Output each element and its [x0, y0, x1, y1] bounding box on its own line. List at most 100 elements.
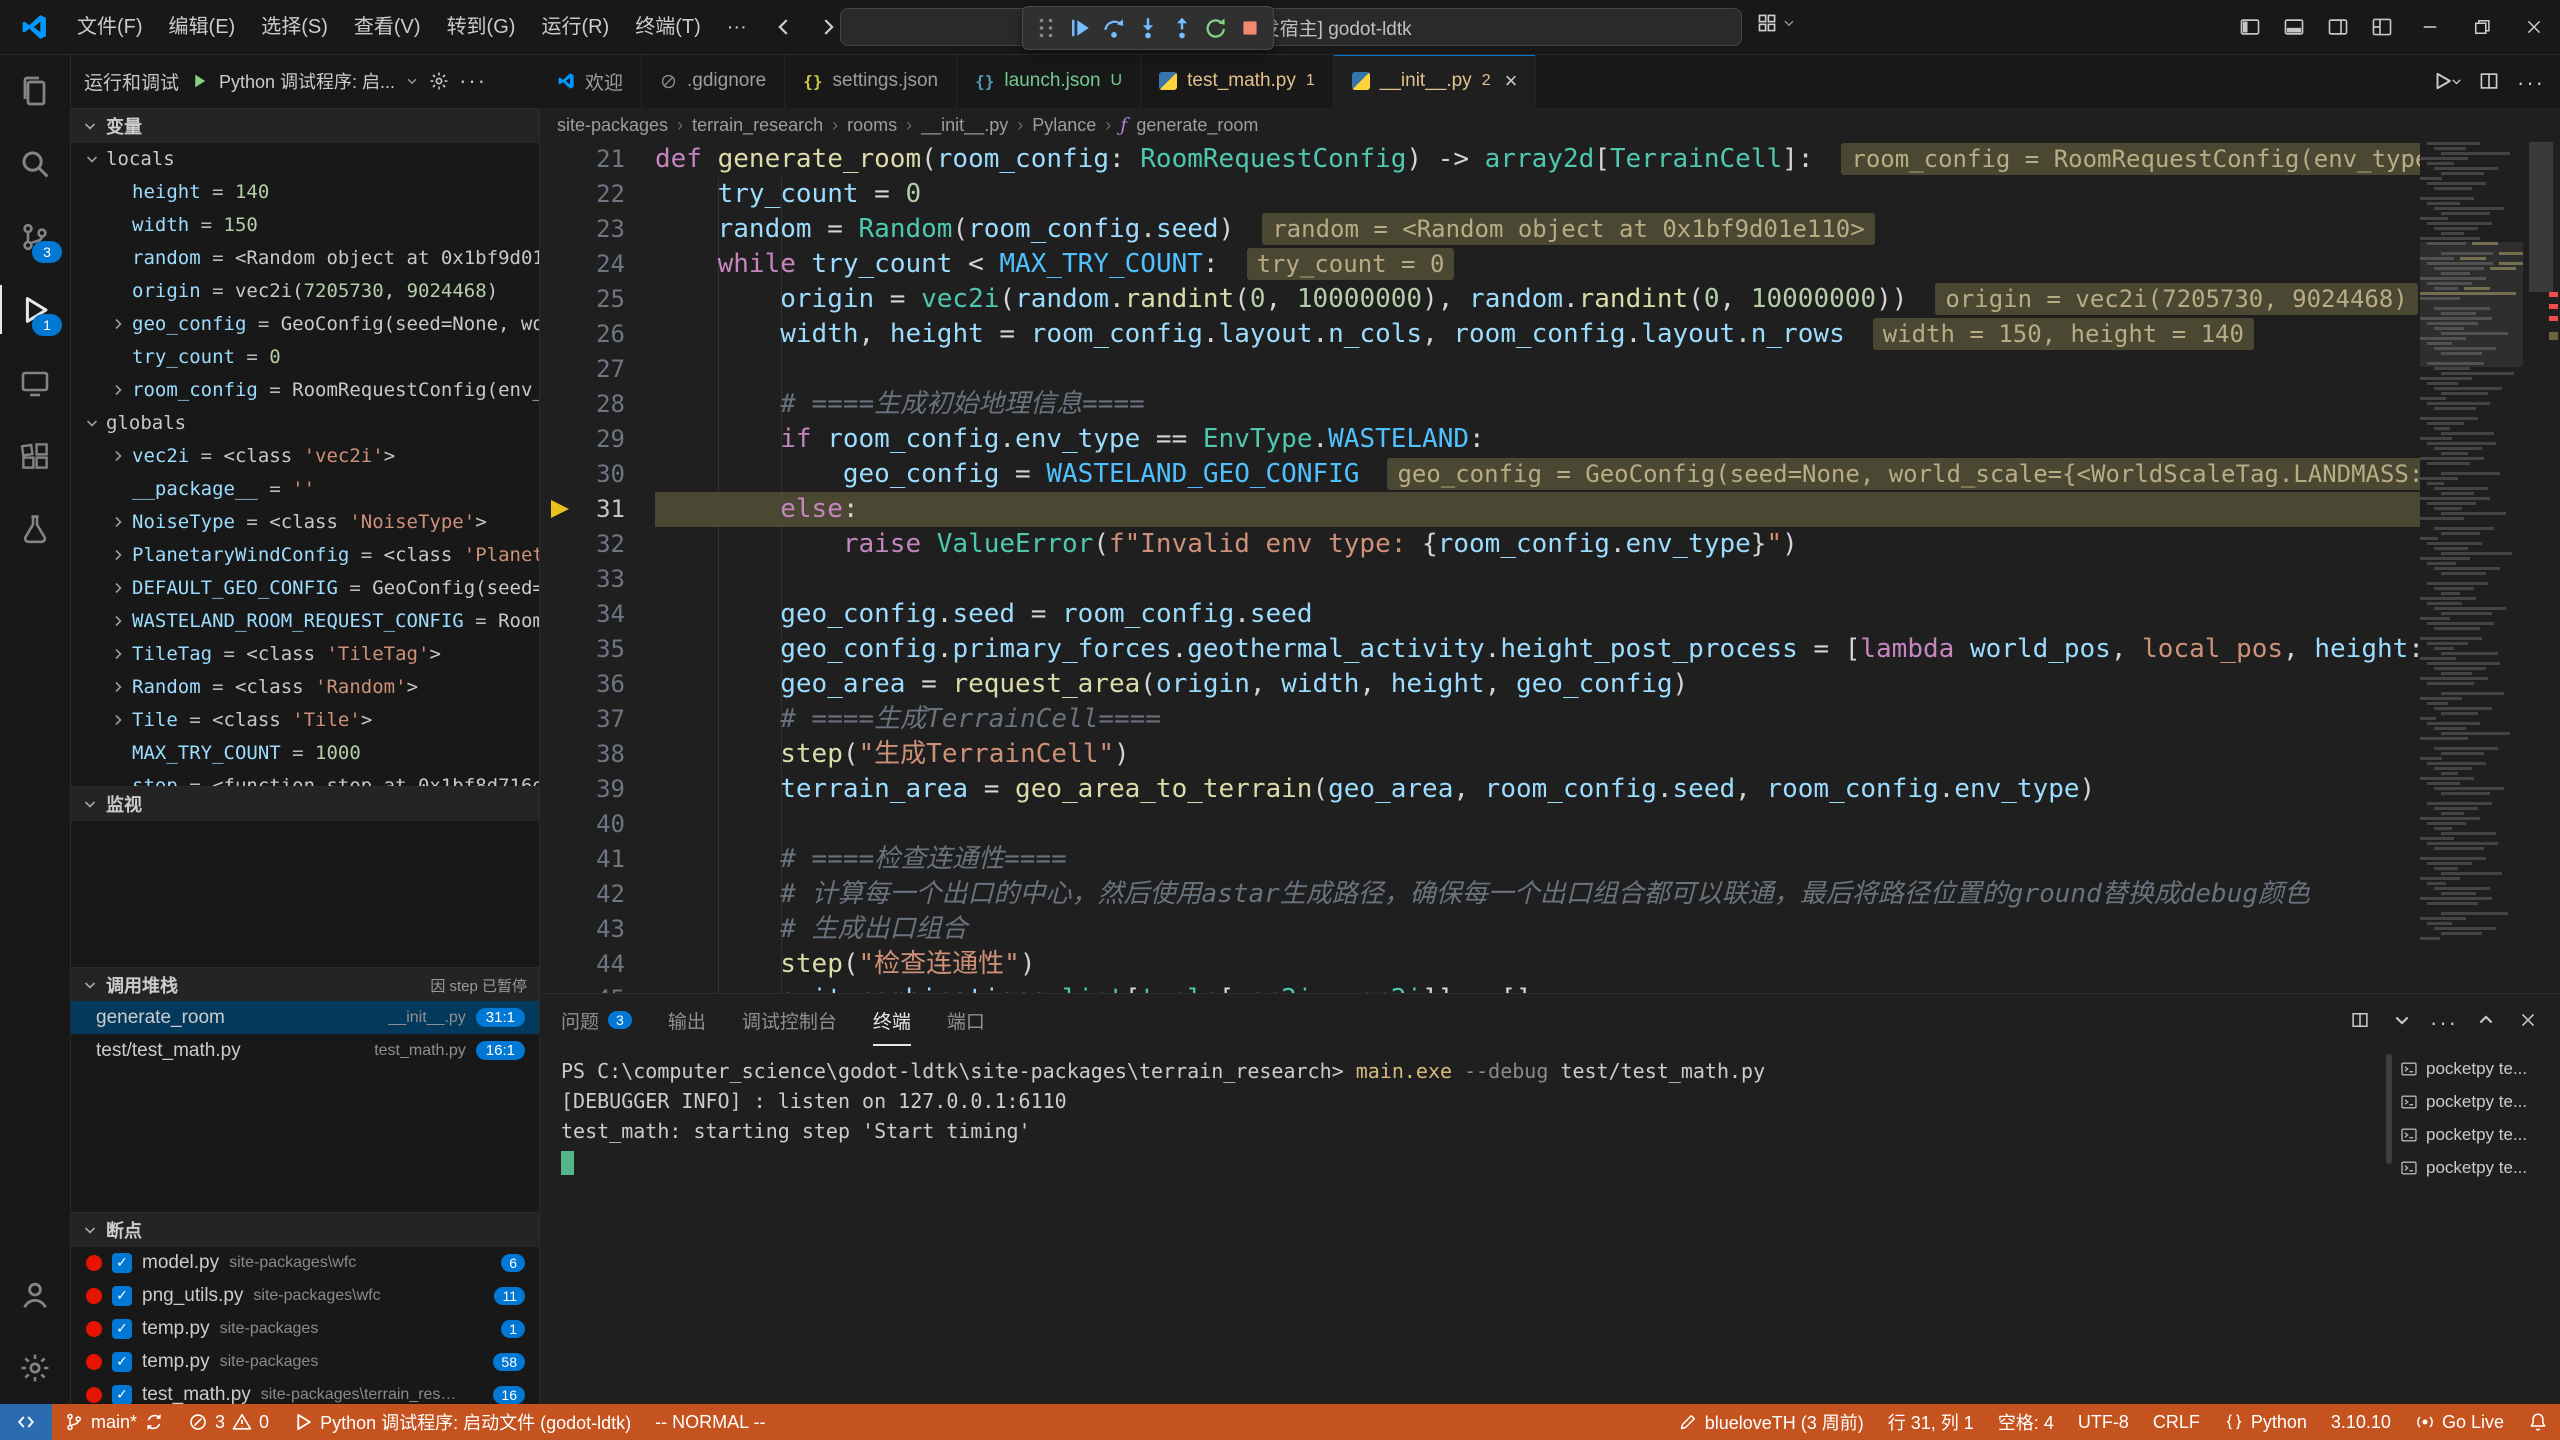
line-number[interactable]: 37 — [539, 702, 655, 737]
tab-launch.json[interactable]: {}launch.jsonU — [957, 54, 1141, 108]
git-branch[interactable]: main* — [52, 1404, 176, 1440]
activity-run-debug[interactable]: 1 — [0, 273, 70, 346]
launch-config-select[interactable]: Python 调试程序: 启... — [219, 68, 395, 94]
variable-row[interactable]: room_config = RoomRequestConfig(env_t… — [70, 373, 539, 406]
breakpoint-row[interactable]: temp.pysite-packages58 — [70, 1345, 539, 1378]
breadcrumb-item[interactable]: Pylance — [1032, 115, 1096, 136]
variable-row[interactable]: width = 150 — [70, 208, 539, 241]
menu-item[interactable]: 文件(F) — [64, 0, 156, 54]
remote-indicator[interactable] — [0, 1404, 52, 1440]
panel-tab-问题[interactable]: 问题3 — [561, 994, 632, 1046]
close-panel-button[interactable] — [2510, 1002, 2546, 1038]
code-line-42[interactable]: # 计算每一个出口的中心，然后使用astar生成路径，确保每一个出口组合都可以联… — [655, 877, 2420, 912]
terminal-dropdown-button[interactable] — [2384, 1002, 2420, 1038]
code-line-43[interactable]: # 生成出口组合 — [655, 912, 2420, 947]
split-editor-button[interactable] — [2470, 62, 2508, 100]
stack-frame[interactable]: generate_room__init__.py31:1 — [70, 1001, 539, 1034]
toggle-secondary-sidebar-button[interactable] — [2316, 0, 2360, 54]
code-line-45[interactable]: exit_combinations:list[tuple[vec2i, vec2… — [655, 982, 2420, 993]
panel-more-button[interactable]: ··· — [2426, 1002, 2462, 1038]
line-number[interactable]: 23 — [539, 212, 655, 247]
terminal-scrollbar[interactable] — [2386, 1054, 2392, 1164]
start-debug-icon[interactable] — [189, 71, 209, 91]
close-window-button[interactable] — [2508, 0, 2560, 54]
callstack-section-header[interactable]: 调用堆栈 因 step 已暂停 — [70, 967, 539, 1002]
activity-remote-explorer[interactable] — [0, 346, 70, 419]
code-line-40[interactable] — [655, 807, 2420, 842]
line-number[interactable]: 30 — [539, 457, 655, 492]
minimap[interactable] — [2420, 142, 2523, 993]
variable-row[interactable]: Tile = <class 'Tile'> — [70, 703, 539, 736]
code-line-39[interactable]: terrain_area = geo_area_to_terrain(geo_a… — [655, 772, 2420, 807]
launch-gear-icon[interactable] — [429, 71, 449, 91]
sidebar-more-icon[interactable]: ··· — [459, 68, 487, 94]
activity-source-control[interactable]: 3 — [0, 200, 70, 273]
restart-button[interactable] — [1199, 11, 1233, 45]
code-line-38[interactable]: step("生成TerrainCell") — [655, 737, 2420, 772]
activity-explorer[interactable] — [0, 54, 70, 127]
breakpoint-row[interactable]: temp.pysite-packages1 — [70, 1312, 539, 1345]
settings-button[interactable] — [0, 1331, 70, 1404]
code-line-32[interactable]: raise ValueError(f"Invalid env type: {ro… — [655, 527, 2420, 562]
variables-section-header[interactable]: 变量 — [70, 108, 539, 143]
panel-tab-输出[interactable]: 输出 — [668, 994, 706, 1046]
line-number[interactable]: 27 — [539, 352, 655, 387]
variable-row[interactable]: height = 140 — [70, 175, 539, 208]
nav-back-button[interactable] — [764, 7, 804, 47]
debug-status[interactable]: Python 调试程序: 启动文件 (godot-ldtk) — [281, 1404, 643, 1440]
breakpoint-checkbox[interactable] — [112, 1286, 132, 1306]
line-number[interactable]: 42 — [539, 877, 655, 912]
breadcrumb-item[interactable]: rooms — [847, 115, 897, 136]
line-number[interactable]: 22 — [539, 177, 655, 212]
line-number[interactable]: 21 — [539, 142, 655, 177]
scope-row-locals[interactable]: locals — [70, 142, 539, 175]
line-number[interactable]: 41 — [539, 842, 655, 877]
line-number[interactable]: 26 — [539, 317, 655, 352]
minimize-button[interactable] — [2404, 0, 2456, 54]
stop-button[interactable] — [1233, 11, 1267, 45]
code-line-26[interactable]: width, height = room_config.layout.n_col… — [655, 317, 2420, 352]
line-number[interactable]: 29 — [539, 422, 655, 457]
breakpoint-checkbox[interactable] — [112, 1385, 132, 1405]
notifications[interactable] — [2516, 1404, 2560, 1440]
step-into-button[interactable] — [1131, 11, 1165, 45]
variable-row[interactable]: DEFAULT_GEO_CONFIG = GeoConfig(seed=1… — [70, 571, 539, 604]
scrollbar-thumb[interactable] — [2529, 142, 2553, 292]
drag-handle[interactable] — [1029, 11, 1063, 45]
menu-overflow[interactable]: ··· — [714, 0, 760, 54]
editor-more-button[interactable]: ··· — [2512, 62, 2550, 100]
language-mode[interactable]: Python — [2212, 1404, 2319, 1440]
line-number[interactable]: 39 — [539, 772, 655, 807]
remote-window-control[interactable] — [1756, 12, 1796, 34]
breakpoint-row[interactable]: test_math.pysite-packages\terrain_res…16 — [70, 1378, 539, 1404]
panel-tab-终端[interactable]: 终端 — [873, 994, 911, 1046]
continue-button[interactable] — [1063, 11, 1097, 45]
menu-item[interactable]: 编辑(E) — [156, 0, 249, 54]
tab-欢迎[interactable]: 欢迎 — [539, 54, 642, 108]
code-line-37[interactable]: # ====生成TerrainCell==== — [655, 702, 2420, 737]
code-line-29[interactable]: if room_config.env_type == EnvType.WASTE… — [655, 422, 2420, 457]
variable-row[interactable]: WASTELAND_ROOM_REQUEST_CONFIG = RoomR… — [70, 604, 539, 637]
line-number[interactable]: 24 — [539, 247, 655, 282]
step-over-button[interactable] — [1097, 11, 1131, 45]
panel-tab-端口[interactable]: 端口 — [947, 994, 985, 1046]
code-line-21[interactable]: def generate_room(room_config: RoomReque… — [655, 142, 2420, 177]
line-number[interactable]: 38 — [539, 737, 655, 772]
encoding[interactable]: UTF-8 — [2066, 1404, 2141, 1440]
line-number[interactable]: 32 — [539, 527, 655, 562]
stack-frame[interactable]: test/test_math.pytest_math.py16:1 — [70, 1034, 539, 1067]
code-line-31[interactable]: else: — [655, 492, 2420, 527]
code-line-25[interactable]: origin = vec2i(random.randint(0, 1000000… — [655, 282, 2420, 317]
close-tab-icon[interactable]: × — [1505, 70, 1518, 92]
code-line-34[interactable]: geo_config.seed = room_config.seed — [655, 597, 2420, 632]
restore-button[interactable] — [2456, 0, 2508, 54]
variable-row[interactable]: NoiseType = <class 'NoiseType'> — [70, 505, 539, 538]
watch-section-header[interactable]: 监视 — [70, 786, 539, 821]
variable-row[interactable]: origin = vec2i(7205730, 9024468) — [70, 274, 539, 307]
breakpoint-checkbox[interactable] — [112, 1352, 132, 1372]
maximize-panel-button[interactable] — [2468, 1002, 2504, 1038]
tab-settings.json[interactable]: {}settings.json — [785, 54, 957, 108]
code-line-36[interactable]: geo_area = request_area(origin, width, h… — [655, 667, 2420, 702]
line-number[interactable]: 44 — [539, 947, 655, 982]
code-line-27[interactable] — [655, 352, 2420, 387]
